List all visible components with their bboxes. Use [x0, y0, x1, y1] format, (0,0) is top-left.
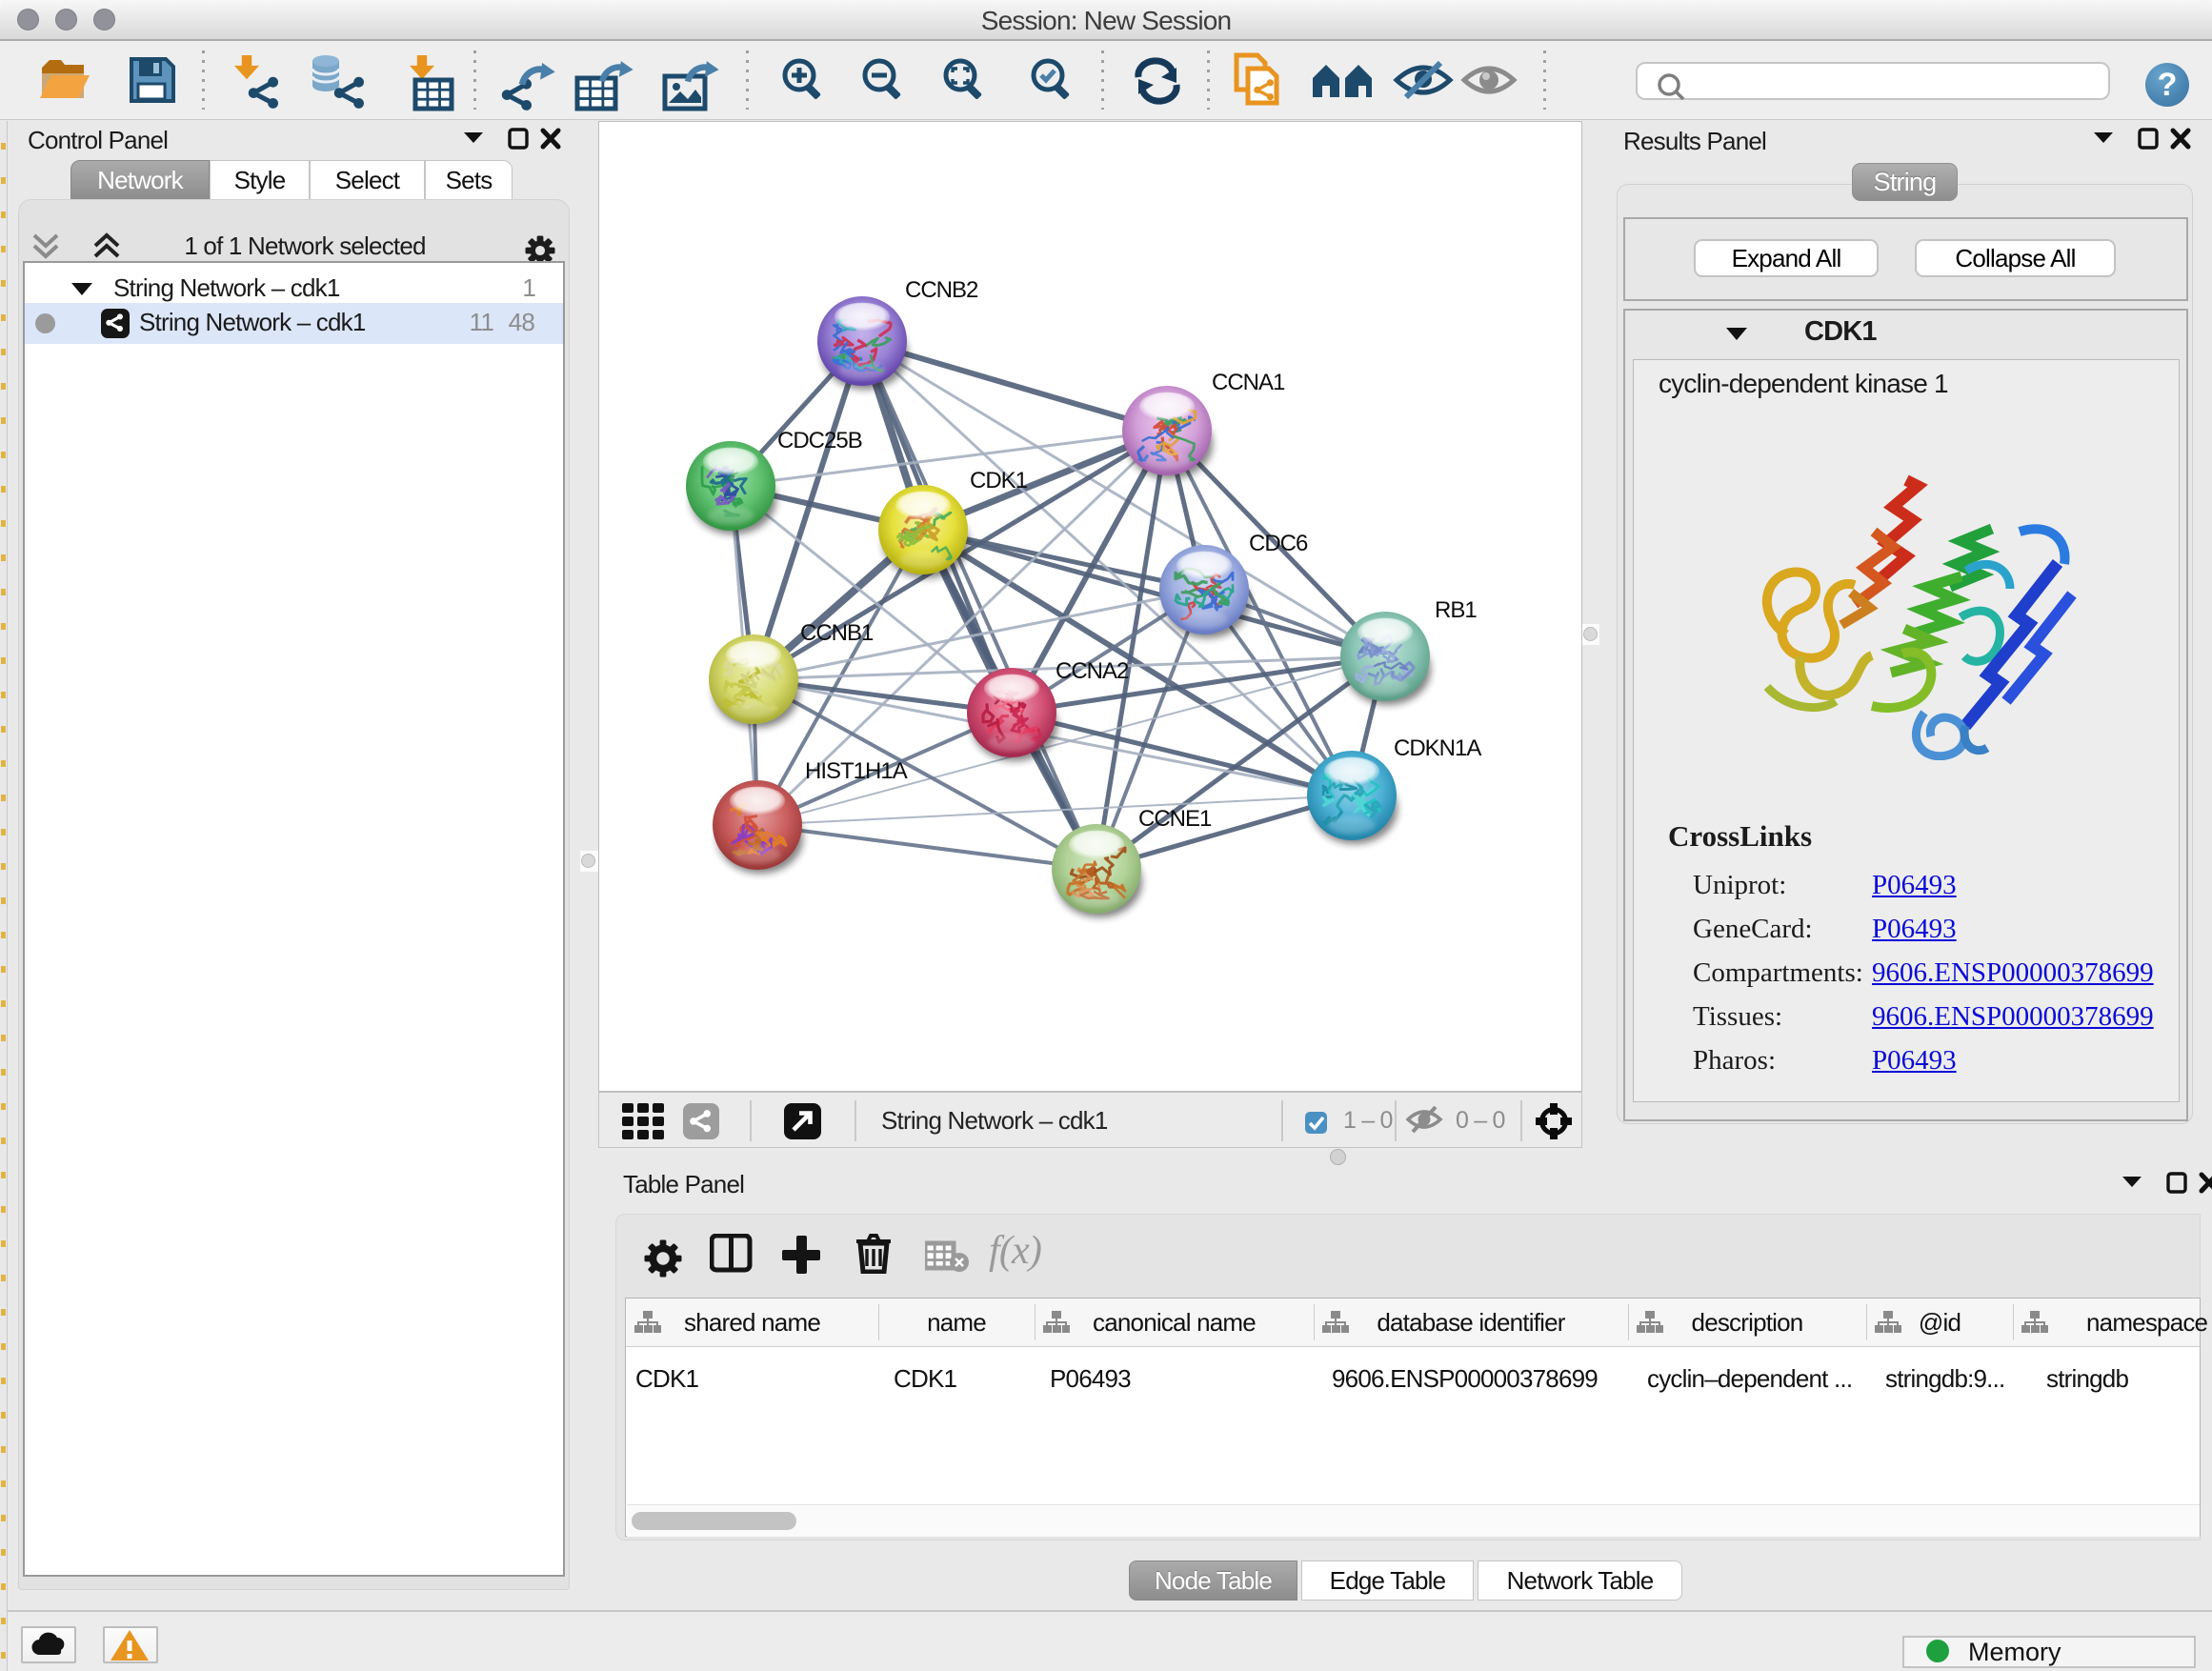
- svg-text:CDK1: CDK1: [970, 468, 1028, 493]
- svg-text:HIST1H1A: HIST1H1A: [805, 758, 908, 784]
- svg-text:CCNB1: CCNB1: [800, 620, 874, 646]
- svg-text:CDKN1A: CDKN1A: [1394, 735, 1481, 761]
- svg-text:CDC6: CDC6: [1249, 531, 1308, 556]
- svg-text:CCNE1: CCNE1: [1138, 806, 1212, 832]
- svg-text:CDC25B: CDC25B: [777, 428, 862, 453]
- svg-text:CCNB2: CCNB2: [905, 277, 978, 303]
- svg-text:CCNA1: CCNA1: [1212, 370, 1285, 395]
- svg-text:CCNA2: CCNA2: [1056, 658, 1129, 684]
- svg-text:RB1: RB1: [1435, 597, 1477, 623]
